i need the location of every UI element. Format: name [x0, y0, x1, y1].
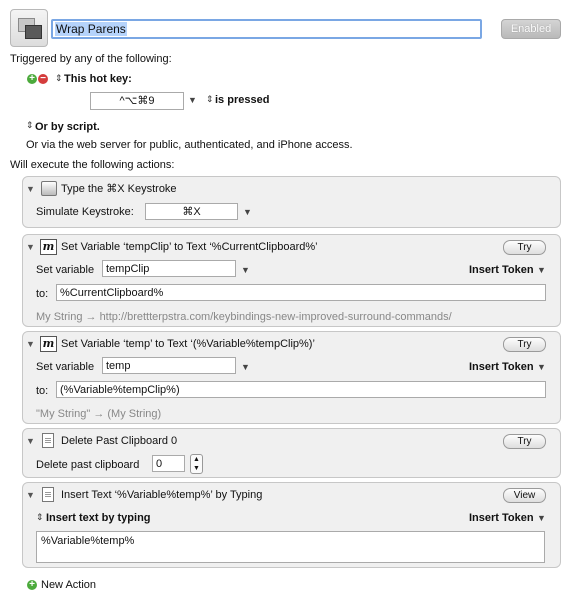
or-web-label: Or via the web server for public, authen… — [26, 139, 353, 151]
action-delete-past-clipboard: ▼ Delete Past Clipboard 0 Try Delete pas… — [22, 428, 561, 478]
action-insert-text: ▼ Insert Text ‘%Variable%temp%’ by Typin… — [22, 482, 561, 568]
try-button[interactable]: Try — [503, 434, 546, 449]
or-script-updown-icon[interactable]: ⇕ — [26, 120, 34, 131]
action-title: Type the ⌘X Keystroke — [61, 183, 177, 195]
variable-icon: m — [40, 239, 57, 255]
macro-icon[interactable] — [10, 9, 48, 47]
disclosure-triangle-icon[interactable]: ▼ — [26, 242, 35, 252]
simulate-keystroke-label: Simulate Keystroke: — [36, 206, 134, 218]
to-text-field[interactable]: (%Variable%tempClip%) — [56, 381, 546, 398]
new-action-add-icon[interactable]: + — [27, 580, 37, 590]
disclosure-triangle-icon[interactable]: ▼ — [26, 339, 35, 349]
insert-token-menu[interactable]: Insert Token — [469, 264, 534, 276]
insert-token-dropdown-icon[interactable]: ▼ — [537, 513, 546, 523]
variable-name-field[interactable]: tempClip — [102, 260, 236, 277]
hotkey-dropdown-icon[interactable]: ▼ — [188, 95, 197, 105]
disclosure-triangle-icon[interactable]: ▼ — [26, 436, 35, 446]
action-title: Set Variable ‘temp’ to Text ‘(%Variable%… — [61, 338, 315, 350]
document-icon — [42, 487, 54, 502]
new-action-button[interactable]: New Action — [41, 579, 96, 591]
try-button[interactable]: Try — [503, 240, 546, 255]
to-text-field[interactable]: %CurrentClipboard% — [56, 284, 546, 301]
hotkey-field[interactable]: ^⌥⌘9 — [90, 92, 184, 110]
keyboard-icon — [41, 181, 57, 196]
disclosure-triangle-icon[interactable]: ▼ — [26, 184, 35, 194]
pressed-label[interactable]: is pressed — [215, 94, 269, 106]
pressed-updown-icon[interactable]: ⇕ — [206, 94, 214, 105]
disclosure-triangle-icon[interactable]: ▼ — [26, 490, 35, 500]
action-title: Set Variable ‘tempClip’ to Text ‘%Curren… — [61, 241, 318, 253]
preview-text: My String → http://brettterpstra.com/key… — [36, 311, 452, 323]
variable-icon: m — [40, 336, 57, 352]
macro-name-text: Wrap Parens — [55, 22, 127, 36]
stepper-icon[interactable]: ▲ ▼ — [190, 454, 203, 474]
trigger-type-updown-icon[interactable]: ⇕ — [55, 73, 63, 84]
variable-name-field[interactable]: temp — [102, 357, 236, 374]
action-title: Insert Text ‘%Variable%temp%’ by Typing — [61, 489, 263, 501]
actions-heading: Will execute the following actions: — [10, 159, 175, 171]
insert-token-menu[interactable]: Insert Token — [469, 361, 534, 373]
set-variable-label: Set variable — [36, 264, 95, 276]
action-type-keystroke: ▼ Type the ⌘X Keystroke Simulate Keystro… — [22, 176, 561, 228]
clipboard-icon — [42, 433, 54, 448]
hotkey-label[interactable]: This hot key: — [64, 73, 132, 85]
or-script-label[interactable]: Or by script. — [35, 121, 100, 133]
preview-text: "My String" → (My String) — [36, 408, 162, 420]
delete-count-field[interactable]: 0 — [152, 455, 185, 472]
insert-mode-menu[interactable]: Insert text by typing — [46, 512, 151, 524]
insert-token-dropdown-icon[interactable]: ▼ — [537, 265, 546, 275]
keystroke-field[interactable]: ⌘X — [145, 203, 238, 220]
insert-token-menu[interactable]: Insert Token — [469, 512, 534, 524]
insert-token-dropdown-icon[interactable]: ▼ — [537, 362, 546, 372]
try-button[interactable]: Try — [503, 337, 546, 352]
insert-text-area[interactable]: %Variable%temp% — [36, 531, 545, 563]
delete-past-clipboard-label: Delete past clipboard — [36, 459, 140, 471]
keystroke-dropdown-icon[interactable]: ▼ — [243, 207, 252, 217]
insert-mode-updown-icon[interactable]: ⇕ — [36, 512, 44, 523]
action-set-variable-temp: ▼ m Set Variable ‘temp’ to Text ‘(%Varia… — [22, 331, 561, 424]
variable-dropdown-icon[interactable]: ▼ — [241, 265, 250, 275]
remove-trigger-icon[interactable]: − — [38, 74, 48, 84]
add-trigger-icon[interactable]: + — [27, 74, 37, 84]
enabled-button[interactable]: Enabled — [501, 19, 561, 39]
trigger-heading: Triggered by any of the following: — [10, 53, 172, 65]
set-variable-label: Set variable — [36, 361, 95, 373]
to-label: to: — [36, 288, 49, 300]
to-label: to: — [36, 385, 49, 397]
view-button[interactable]: View — [503, 488, 546, 503]
variable-dropdown-icon[interactable]: ▼ — [241, 362, 250, 372]
action-title: Delete Past Clipboard 0 — [61, 435, 178, 447]
macro-name-field[interactable]: Wrap Parens — [51, 19, 482, 39]
action-set-variable-tempclip: ▼ m Set Variable ‘tempClip’ to Text ‘%Cu… — [22, 234, 561, 327]
